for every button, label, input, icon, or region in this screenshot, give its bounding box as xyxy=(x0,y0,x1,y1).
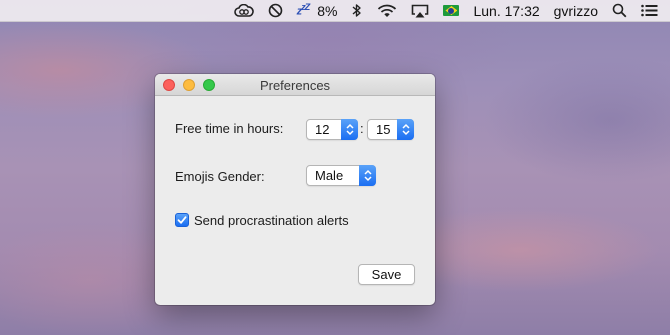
hours-value: 12 xyxy=(315,122,330,137)
brazil-flag-icon xyxy=(443,5,460,16)
window-titlebar[interactable]: Preferences xyxy=(155,74,435,96)
minutes-value: 15 xyxy=(376,122,391,137)
emojis-gender-select[interactable]: Male xyxy=(306,165,376,186)
clock[interactable]: Lun. 17:32 xyxy=(473,0,539,22)
hours-stepper[interactable]: 12 xyxy=(306,119,358,140)
airplay-icon[interactable] xyxy=(411,0,429,22)
window-title: Preferences xyxy=(259,78,331,93)
bluetooth-icon[interactable] xyxy=(351,0,363,22)
hours-stepper-arrows-icon[interactable] xyxy=(341,119,358,140)
emojis-gender-label: Emojis Gender: xyxy=(175,169,265,184)
input-source-flag-icon[interactable] xyxy=(443,0,460,22)
save-button[interactable]: Save xyxy=(358,264,415,285)
procrastination-label[interactable]: Send procrastination alerts xyxy=(194,213,349,228)
time-separator: : xyxy=(360,121,364,136)
minutes-stepper-arrows-icon[interactable] xyxy=(397,119,414,140)
sleep-zzz-icon[interactable]: zzZ xyxy=(297,0,311,22)
wifi-icon[interactable] xyxy=(377,0,397,22)
creative-cloud-icon[interactable] xyxy=(233,0,254,22)
username[interactable]: gvrizzo xyxy=(554,0,598,22)
battery-percent[interactable]: 8% xyxy=(317,0,337,22)
checkmark-icon xyxy=(177,216,187,224)
procrastination-checkbox[interactable] xyxy=(175,213,189,227)
free-time-label: Free time in hours: xyxy=(175,121,284,136)
menu-bar: zzZ 8% Lun. 17:32 gvrizzo xyxy=(0,0,670,22)
emojis-gender-value: Male xyxy=(315,168,344,183)
minutes-stepper[interactable]: 15 xyxy=(367,119,414,140)
menu-list-icon[interactable] xyxy=(641,0,658,22)
preferences-window: Preferences Free time in hours: 12 : 15 … xyxy=(155,74,435,305)
search-icon[interactable] xyxy=(612,0,627,22)
chevron-updown-icon xyxy=(359,165,376,186)
block-icon[interactable] xyxy=(268,0,283,22)
